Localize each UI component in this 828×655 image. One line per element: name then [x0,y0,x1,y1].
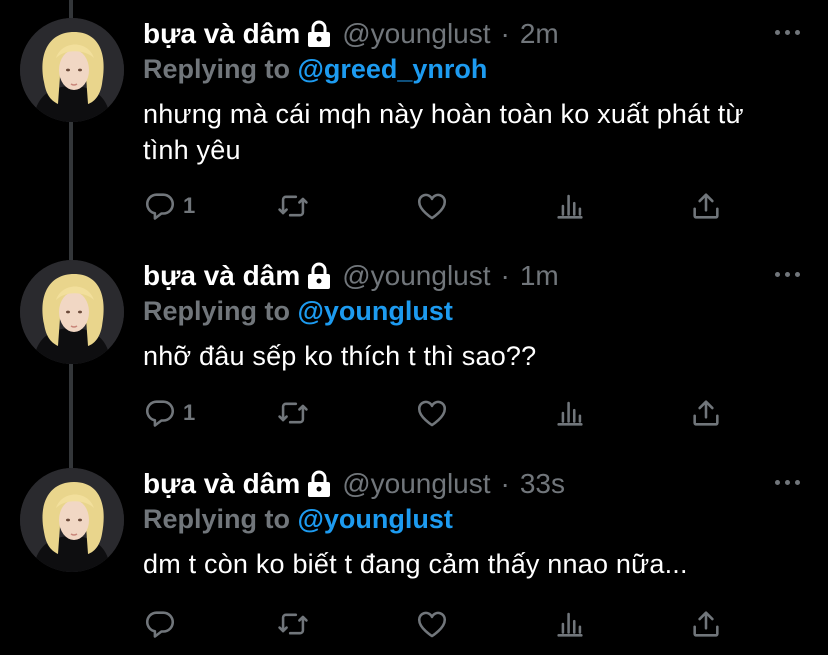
retweet-button[interactable] [276,189,310,223]
share-icon [689,189,723,223]
tweet-actions [0,607,828,647]
replying-to-handle[interactable]: @younglust [298,504,453,534]
tweet[interactable]: bựa và dâm @younglust · 2m Replying to @… [0,0,828,240]
analytics-icon [553,189,587,223]
avatar-image [20,18,124,122]
timestamp[interactable]: 1m [520,260,559,292]
reply-button[interactable]: 1 [143,189,195,223]
tweet-header: bựa và dâm @younglust · 2m [143,18,559,50]
lock-icon [306,262,332,290]
retweet-button[interactable] [276,607,310,641]
lock-icon [306,20,332,48]
separator-dot: · [500,468,510,499]
analytics-icon [553,396,587,430]
retweet-icon [276,607,310,641]
reply-count: 1 [183,193,196,218]
reply-icon [143,189,177,223]
tweet-header: bựa và dâm @younglust · 1m [143,260,559,292]
retweet-icon [276,396,310,430]
tweet-header: bựa và dâm @younglust · 33s [143,468,565,500]
more-icon[interactable] [775,264,800,284]
retweet-button[interactable] [276,396,310,430]
replying-to-label: Replying to [143,296,290,326]
reply-button[interactable] [143,607,183,641]
more-icon[interactable] [775,22,800,42]
share-button[interactable] [689,607,723,641]
like-button[interactable] [415,189,449,223]
analytics-button[interactable] [553,189,587,223]
separator-dot: · [500,260,510,291]
like-button[interactable] [415,396,449,430]
heart-icon [415,189,449,223]
reply-icon [143,607,177,641]
avatar[interactable] [20,18,124,122]
analytics-icon [553,607,587,641]
user-handle[interactable]: @younglust [342,260,490,292]
timestamp[interactable]: 2m [520,18,559,50]
heart-icon [415,396,449,430]
share-button[interactable] [689,189,723,223]
replying-to-label: Replying to [143,54,290,84]
avatar[interactable] [20,468,124,572]
reply-icon [143,396,177,430]
conversation-thread: bựa và dâm @younglust · 2m Replying to @… [0,0,828,655]
replying-to: Replying to @younglust [143,296,453,327]
lock-icon [306,470,332,498]
tweet-text: dm t còn ko biết t đang cảm thấy nnao nữ… [143,549,688,579]
retweet-icon [276,189,310,223]
share-button[interactable] [689,396,723,430]
tweet-text: nhưng mà cái mqh này hoàn toàn ko xuất p… [143,99,744,165]
display-name[interactable]: bựa và dâm [143,260,300,292]
avatar-image [20,468,124,572]
tweet[interactable]: bựa và dâm @younglust · 1m Replying to @… [0,242,828,450]
replying-to-label: Replying to [143,504,290,534]
more-icon[interactable] [775,472,800,492]
replying-to-handle[interactable]: @greed_ynroh [298,54,488,84]
replying-to-handle[interactable]: @younglust [298,296,453,326]
share-icon [689,607,723,641]
separator-dot: · [500,18,510,49]
timestamp[interactable]: 33s [520,468,565,500]
tweet-actions: 1 [0,396,828,436]
tweet-actions: 1 [0,189,828,229]
user-handle[interactable]: @younglust [342,18,490,50]
like-button[interactable] [415,607,449,641]
replying-to: Replying to @younglust [143,504,453,535]
heart-icon [415,607,449,641]
reply-button[interactable]: 1 [143,396,195,430]
analytics-button[interactable] [553,607,587,641]
display-name[interactable]: bựa và dâm [143,18,300,50]
avatar[interactable] [20,260,124,364]
analytics-button[interactable] [553,396,587,430]
replying-to: Replying to @greed_ynroh [143,54,487,85]
display-name[interactable]: bựa và dâm [143,468,300,500]
tweet[interactable]: bựa và dâm @younglust · 33s Replying to … [0,450,828,655]
tweet-text: nhỡ đâu sếp ko thích t thì sao?? [143,341,537,371]
user-handle[interactable]: @younglust [342,468,490,500]
reply-count: 1 [183,400,196,425]
avatar-image [20,260,124,364]
share-icon [689,396,723,430]
